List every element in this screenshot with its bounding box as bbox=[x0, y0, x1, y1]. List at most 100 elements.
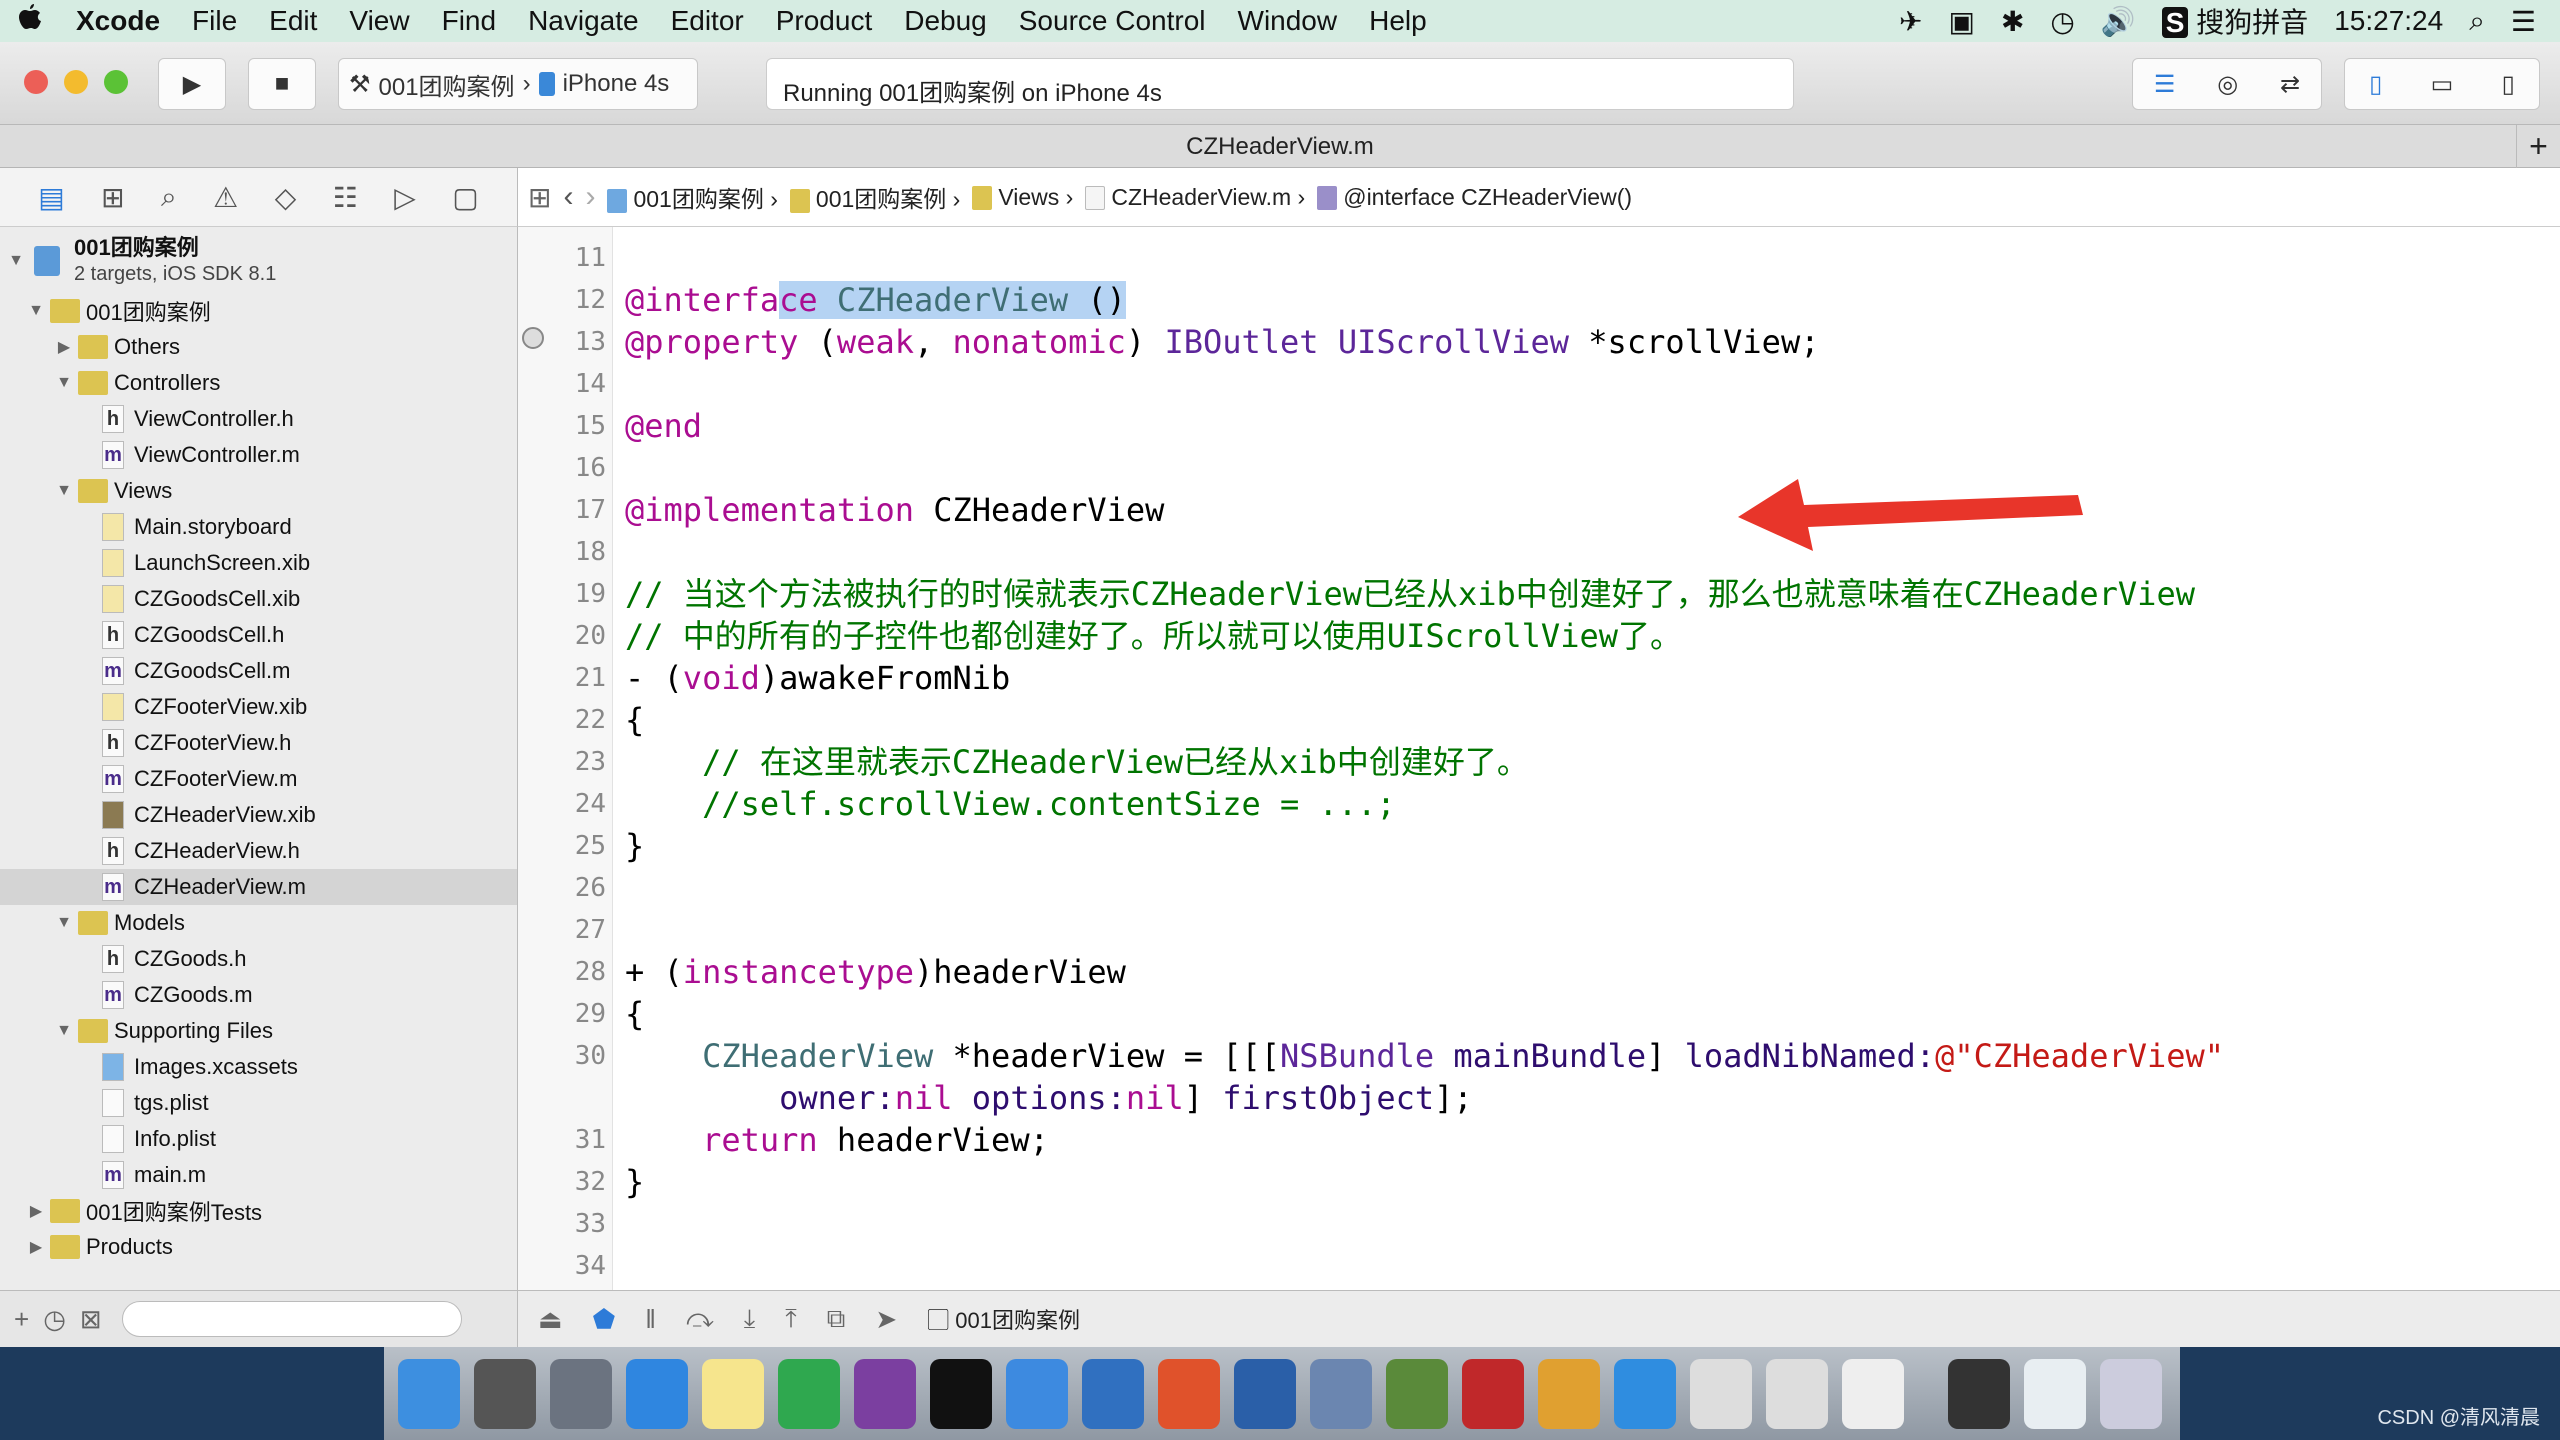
debug-navigator-icon[interactable]: ☷ bbox=[333, 181, 358, 214]
file-item[interactable]: tgs.plist bbox=[0, 1085, 517, 1121]
stop-button[interactable]: ■ bbox=[248, 58, 316, 110]
menu-find[interactable]: Find bbox=[426, 5, 512, 37]
disclosure-open-icon[interactable]: ▼ bbox=[54, 914, 74, 932]
step-over-icon[interactable]: ⤼ bbox=[686, 1303, 714, 1335]
group-item[interactable]: ▼ 001团购案例 bbox=[0, 293, 517, 329]
code-line[interactable]: @interface CZHeaderView () bbox=[625, 279, 1126, 321]
scheme-selector[interactable]: ⚒ 001团购案例 › iPhone 4s bbox=[338, 58, 698, 110]
dock-folder-icon[interactable] bbox=[1082, 1358, 1144, 1429]
time-machine-icon[interactable]: ◷ bbox=[2050, 5, 2074, 38]
apple-menu-icon[interactable] bbox=[0, 4, 60, 38]
source-control-filter-icon[interactable]: ⊠ bbox=[80, 1304, 102, 1335]
status-icon[interactable]: ✈ bbox=[1899, 5, 1922, 38]
new-tab-button[interactable]: + bbox=[2516, 125, 2560, 168]
assistant-editor-icon[interactable]: ◎ bbox=[2217, 70, 2238, 99]
menu-window[interactable]: Window bbox=[1222, 5, 1354, 37]
file-item[interactable]: m CZGoodsCell.m bbox=[0, 653, 517, 689]
disclosure-closed-icon[interactable]: ▶ bbox=[26, 1237, 46, 1257]
code-line[interactable]: // 当这个方法被执行的时候就表示CZHeaderView已经从xib中创建好了… bbox=[625, 573, 2195, 615]
issue-navigator-icon[interactable]: ⚠ bbox=[213, 181, 238, 214]
menu-source-control[interactable]: Source Control bbox=[1003, 5, 1222, 37]
code-line[interactable]: @implementation CZHeaderView bbox=[625, 489, 1164, 531]
code-line[interactable]: // 在这里就表示CZHeaderView已经从xib中创建好了。 bbox=[625, 741, 1529, 783]
code-line[interactable]: // 中的所有的子控件也都创建好了。所以就可以使用UIScrollView了。 bbox=[625, 615, 1682, 657]
forward-button[interactable]: › bbox=[585, 180, 595, 214]
file-item[interactable]: CZHeaderView.xib bbox=[0, 797, 517, 833]
back-button[interactable]: ‹ bbox=[563, 180, 573, 214]
file-item[interactable]: m main.m bbox=[0, 1157, 517, 1193]
run-button[interactable]: ▶ bbox=[158, 58, 226, 110]
disclosure-open-icon[interactable]: ▼ bbox=[26, 302, 46, 320]
file-item[interactable]: Main.storyboard bbox=[0, 509, 517, 545]
clock[interactable]: 15:27:24 bbox=[2334, 5, 2443, 37]
test-navigator-icon[interactable]: ◇ bbox=[275, 181, 297, 214]
group-item[interactable]: ▶ Others bbox=[0, 329, 517, 365]
dock-launchpad-icon[interactable] bbox=[550, 1358, 612, 1429]
dock-disk-utility-icon[interactable] bbox=[1386, 1358, 1448, 1429]
zoom-window-button[interactable] bbox=[104, 70, 128, 94]
code-line[interactable]: @property (weak, nonatomic) IBOutlet UIS… bbox=[625, 321, 1819, 363]
filter-input[interactable] bbox=[121, 1301, 462, 1337]
dock-filezilla-icon[interactable] bbox=[1462, 1358, 1524, 1429]
disclosure-open-icon[interactable]: ▼ bbox=[6, 252, 26, 270]
file-item[interactable]: h CZGoodsCell.h bbox=[0, 617, 517, 653]
find-navigator-icon[interactable]: ⌕ bbox=[161, 181, 177, 214]
dock-word-icon[interactable] bbox=[1614, 1358, 1676, 1429]
toggle-debug-area-icon[interactable]: ▭ bbox=[2431, 70, 2454, 99]
breadcrumb-file[interactable]: CZHeaderView.m › bbox=[1085, 184, 1305, 211]
dock-document-icon[interactable] bbox=[2024, 1358, 2086, 1429]
bluetooth-icon[interactable]: ✱ bbox=[2001, 5, 2024, 38]
file-item[interactable]: m CZGoods.m bbox=[0, 977, 517, 1013]
group-item[interactable]: ▼ Models bbox=[0, 905, 517, 941]
breakpoints-toggle-icon[interactable]: ⬟ bbox=[593, 1304, 616, 1335]
code-line[interactable]: + (instancetype)headerView bbox=[625, 951, 1126, 993]
standard-editor-icon[interactable]: ☰ bbox=[2154, 70, 2176, 99]
screen-record-icon[interactable]: ▣ bbox=[1948, 5, 1974, 38]
pause-icon[interactable]: ‖ bbox=[645, 1304, 656, 1335]
group-item[interactable]: ▶ 001团购案例Tests bbox=[0, 1193, 517, 1229]
disclosure-open-icon[interactable]: ▼ bbox=[54, 482, 74, 500]
report-navigator-icon[interactable]: ▢ bbox=[452, 181, 478, 214]
menu-editor[interactable]: Editor bbox=[655, 5, 760, 37]
source-editor[interactable]: 11 12 13 14 15 16 17 18 19 20 21 22 23 24 25 26 27 28 29 30… bbox=[518, 227, 2560, 1290]
project-navigator-icon[interactable]: ▤ bbox=[38, 181, 64, 214]
group-item[interactable]: ▶ Products bbox=[0, 1229, 517, 1265]
code-line[interactable]: } bbox=[625, 1161, 644, 1203]
menu-debug[interactable]: Debug bbox=[888, 5, 1003, 37]
code-line[interactable]: CZHeaderView *headerView = [[[NSBundle m… bbox=[625, 1035, 2224, 1077]
code-line[interactable]: - (void)awakeFromNib bbox=[625, 657, 1010, 699]
menu-edit[interactable]: Edit bbox=[253, 5, 333, 37]
file-item[interactable]: CZFooterView.xib bbox=[0, 689, 517, 725]
hide-debug-area-icon[interactable]: ⏏ bbox=[538, 1304, 563, 1335]
debug-target[interactable]: ▢ 001团购案例 bbox=[927, 1303, 1080, 1335]
project-root[interactable]: ▼ 001团购案例 2 targets, iOS SDK 8.1 bbox=[0, 233, 517, 289]
disclosure-open-icon[interactable]: ▼ bbox=[54, 1022, 74, 1040]
disclosure-closed-icon[interactable]: ▶ bbox=[26, 1201, 46, 1221]
dock-instruments-icon[interactable] bbox=[1690, 1358, 1752, 1429]
breakpoint-navigator-icon[interactable]: ▷ bbox=[394, 181, 416, 214]
view-debugger-icon[interactable]: ⧉ bbox=[827, 1303, 846, 1335]
recent-files-icon[interactable]: ◷ bbox=[43, 1304, 66, 1335]
code-line[interactable]: @end bbox=[625, 405, 702, 447]
related-items-icon[interactable]: ⊞ bbox=[528, 181, 551, 214]
minimize-window-button[interactable] bbox=[64, 70, 88, 94]
breadcrumb-group[interactable]: 001团购案例 › bbox=[789, 180, 960, 214]
dock-system-preferences-icon[interactable] bbox=[474, 1358, 536, 1429]
file-item[interactable]: Images.xcassets bbox=[0, 1049, 517, 1085]
dock-powerpoint-icon[interactable] bbox=[1158, 1358, 1220, 1429]
dock-preview-icon[interactable] bbox=[1842, 1358, 1904, 1429]
file-item[interactable]: h CZHeaderView.h bbox=[0, 833, 517, 869]
breadcrumb-project[interactable]: 001团购案例 › bbox=[607, 180, 778, 214]
menu-help[interactable]: Help bbox=[1353, 5, 1443, 37]
dock-movie-icon[interactable] bbox=[1310, 1358, 1372, 1429]
dock-pages-icon[interactable] bbox=[1538, 1358, 1600, 1429]
dock-instruments-2-icon[interactable] bbox=[1766, 1358, 1828, 1429]
spotlight-search-icon[interactable]: ⌕ bbox=[2469, 5, 2485, 38]
step-out-icon[interactable]: ⤒ bbox=[785, 1303, 797, 1335]
simulate-location-icon[interactable]: ➤ bbox=[875, 1304, 897, 1335]
volume-icon[interactable]: 🔊 bbox=[2101, 5, 2136, 38]
disclosure-open-icon[interactable]: ▼ bbox=[54, 374, 74, 392]
breadcrumb-views[interactable]: Views › bbox=[972, 184, 1073, 211]
code-line[interactable]: } bbox=[625, 825, 644, 867]
file-item[interactable]: Info.plist bbox=[0, 1121, 517, 1157]
